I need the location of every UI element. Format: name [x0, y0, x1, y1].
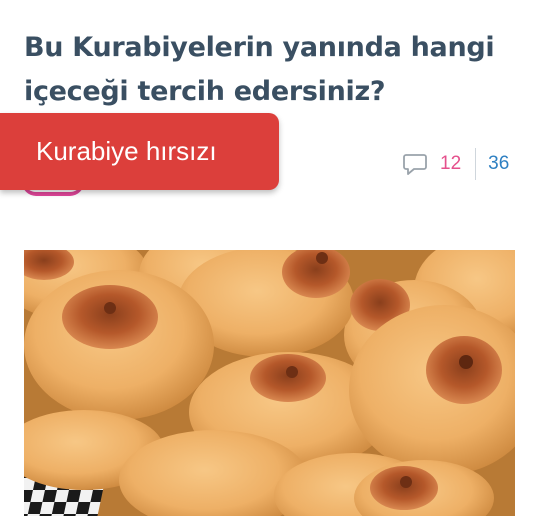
cookies-photo: [24, 250, 515, 516]
stats-divider: [475, 148, 477, 180]
category-banner-label: Kurabiye hırsızı: [36, 136, 217, 166]
post-title[interactable]: Bu Kurabiyelerin yanında hangi içeceği t…: [24, 26, 524, 114]
category-banner[interactable]: Kurabiye hırsızı: [0, 113, 279, 190]
post-image[interactable]: [24, 250, 515, 516]
comment-count[interactable]: 12: [440, 153, 461, 175]
like-count[interactable]: 36: [488, 153, 509, 175]
post-stats: 12 36: [402, 148, 509, 180]
comment-icon[interactable]: [402, 151, 428, 177]
